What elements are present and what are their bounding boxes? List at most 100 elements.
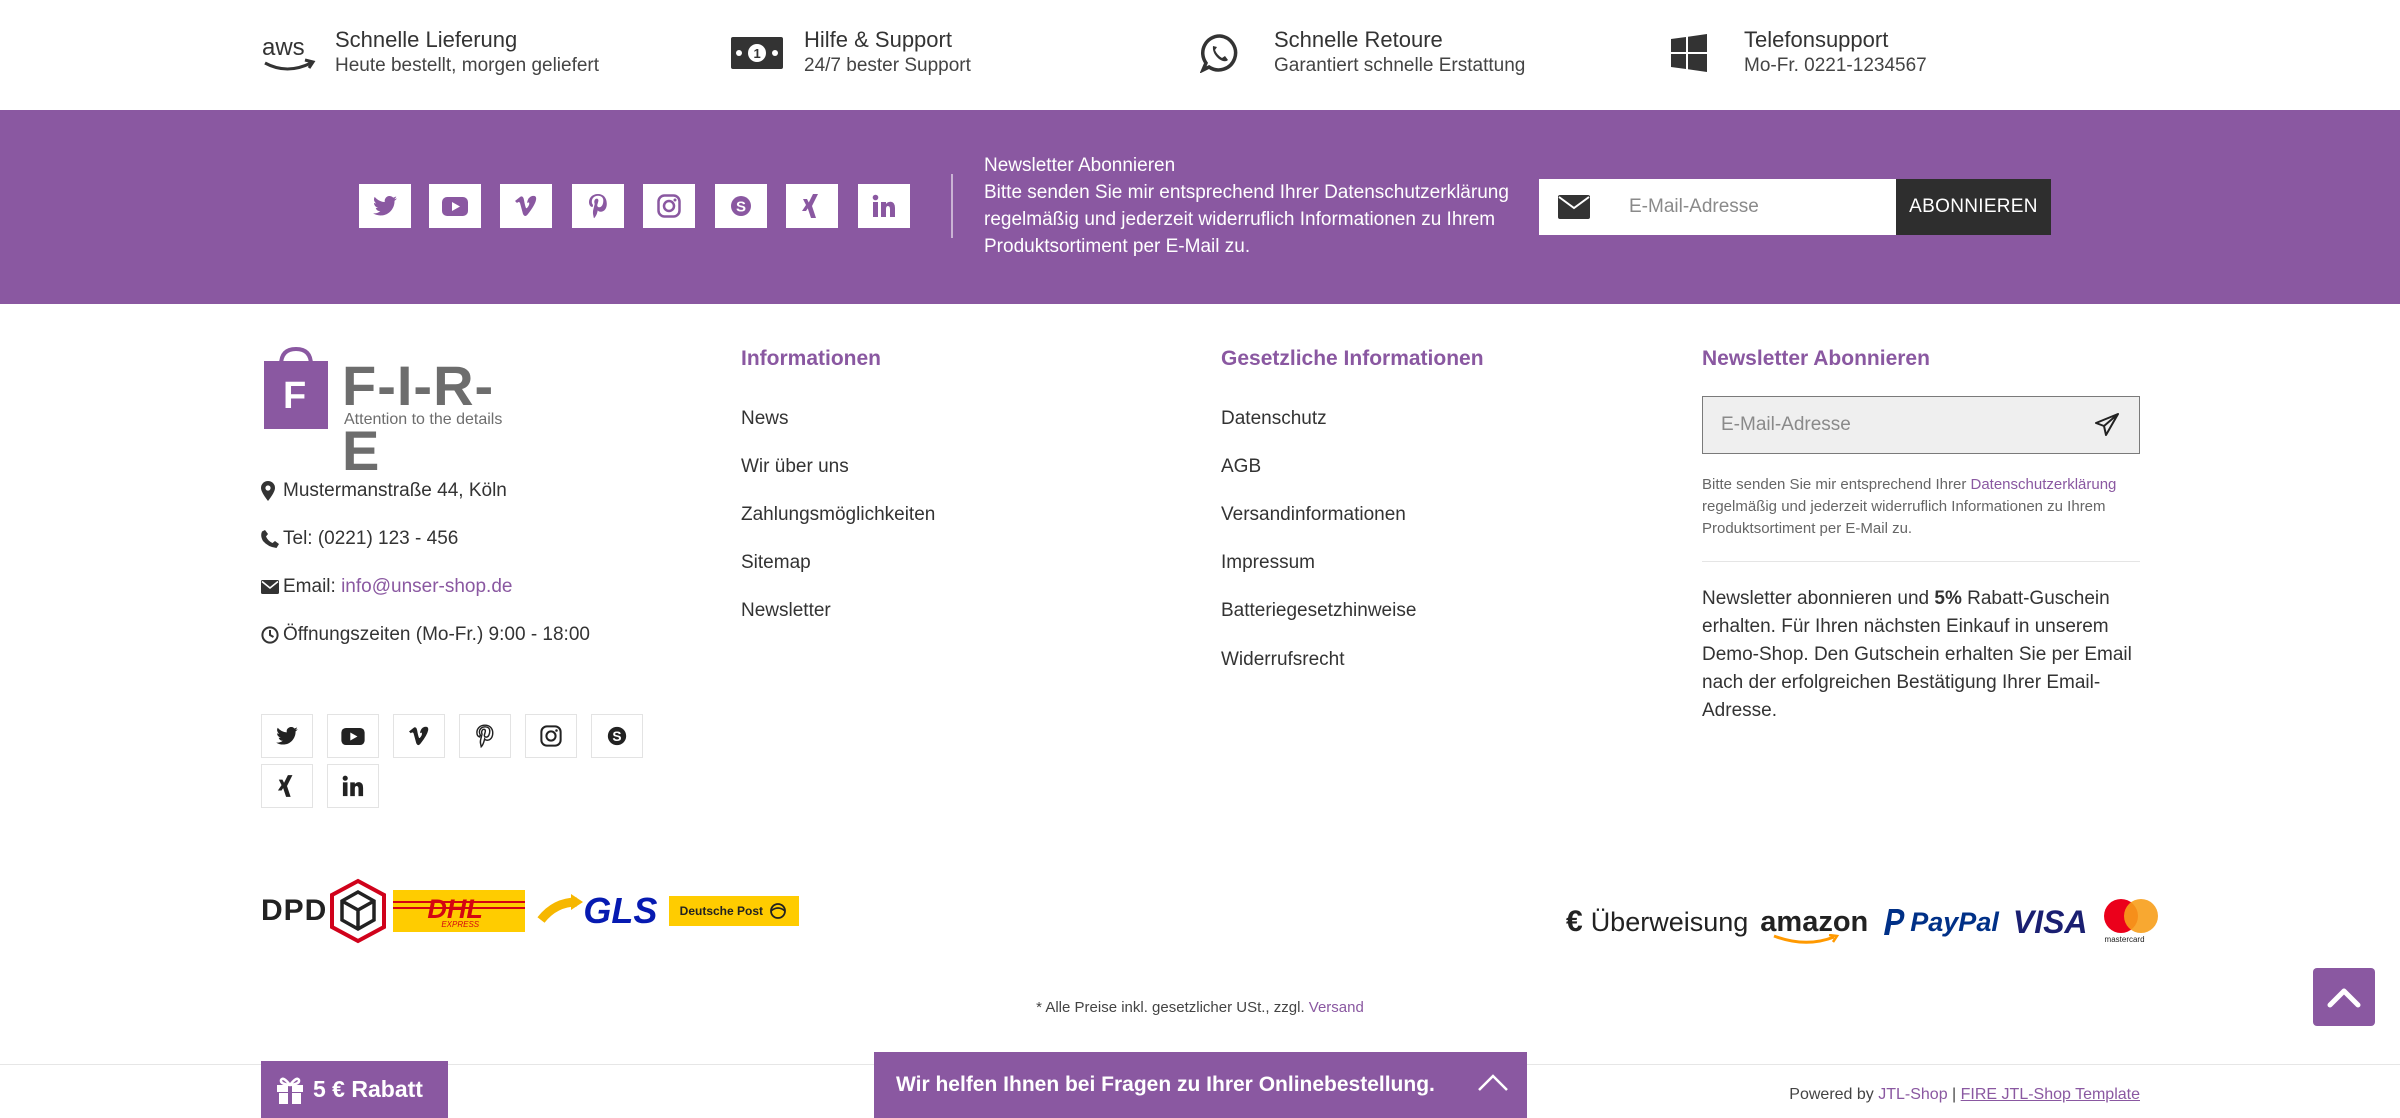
feature-subtitle: Garantiert schnelle Erstattung	[1274, 55, 1526, 76]
vimeo-icon[interactable]	[393, 714, 445, 758]
vimeo-icon[interactable]	[500, 184, 552, 228]
contact-tel: Tel: (0221) 123 - 456	[261, 528, 458, 550]
feature-bar: aws Schnelle Lieferung Heute bestellt, m…	[0, 0, 2400, 110]
gift-icon	[275, 1075, 305, 1105]
twitter-icon[interactable]	[261, 714, 313, 758]
whatsapp-icon	[1200, 26, 1260, 80]
contact-address: Mustermanstraße 44, Köln	[261, 480, 507, 502]
phone-icon	[261, 530, 283, 548]
amazon-logo: amazon	[1760, 906, 1868, 944]
jtl-shop-link[interactable]: JTL-Shop	[1878, 1086, 1947, 1103]
mastercard-logo: mastercard	[2102, 897, 2160, 947]
envelope-icon	[1539, 195, 1609, 219]
pinterest-icon[interactable]	[572, 184, 624, 228]
feature-subtitle: Mo-Fr. 0221-1234567	[1744, 55, 1927, 76]
link-newsletter[interactable]: Newsletter	[741, 600, 831, 622]
youtube-icon[interactable]	[429, 184, 481, 228]
skype-icon[interactable]: S	[715, 184, 767, 228]
xing-icon[interactable]	[786, 184, 838, 228]
email-label: Email:	[283, 576, 342, 597]
feature-retoure: Schnelle Retoure Garantiert schnelle Ers…	[1200, 26, 1525, 80]
subscribe-button[interactable]: ABONNIEREN	[1896, 179, 2051, 235]
feature-title: Hilfe & Support	[804, 27, 952, 52]
newsletter-email-placeholder: E-Mail-Adresse	[1721, 414, 1851, 435]
svg-text:1: 1	[754, 46, 761, 61]
link-wir-ueber-uns[interactable]: Wir über uns	[741, 456, 849, 478]
visa-logo: VISA	[2012, 903, 2088, 940]
money-icon: 1	[730, 26, 790, 80]
skype-icon[interactable]: S	[591, 714, 643, 758]
paper-plane-icon[interactable]	[2095, 413, 2119, 437]
dpd-logo: DPD	[261, 878, 389, 944]
powered-by: Powered by JTL-Shop | FIRE JTL-Shop Temp…	[1789, 1086, 2140, 1103]
feature-subtitle: 24/7 bester Support	[804, 55, 971, 76]
feature-telefon: Telefonsupport Mo-Fr. 0221-1234567	[1670, 26, 1927, 80]
newsletter-heading: Newsletter Abonnieren	[1702, 347, 1930, 370]
logo-tagline: Attention to the details	[344, 411, 503, 428]
newsletter-divider	[1702, 561, 2140, 562]
feature-subtitle: Heute bestellt, morgen geliefert	[335, 55, 600, 76]
windows-icon	[1670, 26, 1730, 80]
versand-link[interactable]: Versand	[1309, 999, 1364, 1016]
rabatt-label: 5 € Rabatt	[313, 1076, 423, 1102]
logo-letter: F	[283, 375, 307, 417]
email-link[interactable]: info@unser-shop.de	[341, 576, 512, 598]
svg-text:S: S	[736, 199, 746, 216]
pinterest-icon[interactable]	[459, 714, 511, 758]
link-impressum[interactable]: Impressum	[1221, 552, 1315, 574]
shipping-logos: DPD DHL EXPRESS GLS Deutsche Post	[261, 878, 800, 944]
scroll-to-top-button[interactable]	[2313, 968, 2375, 1026]
twitter-icon[interactable]	[359, 184, 411, 228]
xing-icon[interactable]	[261, 764, 313, 808]
newsletter-promo-text: Newsletter abonnieren und 5% Rabatt-Gusc…	[1702, 588, 2132, 721]
help-bar[interactable]: Wir helfen Ihnen bei Fragen zu Ihrer Onl…	[874, 1052, 1527, 1118]
map-marker-icon	[261, 481, 283, 501]
tel-text: Tel: (0221) 123 - 456	[283, 528, 459, 549]
linkedin-icon[interactable]	[327, 764, 379, 808]
clock-icon	[261, 626, 283, 644]
link-batteriegesetzhinweise[interactable]: Batteriegesetzhinweise	[1221, 600, 1416, 622]
link-agb[interactable]: AGB	[1221, 456, 1261, 478]
link-news[interactable]: News	[741, 408, 789, 430]
address-text: Mustermanstraße 44, Köln	[283, 480, 507, 501]
band-email-placeholder: E-Mail-Adresse	[1629, 196, 1759, 217]
band-newsletter-text: Newsletter Abonnieren Bitte senden Sie m…	[984, 155, 1509, 257]
linkedin-icon[interactable]	[858, 184, 910, 228]
datenschutz-link[interactable]: Datenschutzerklärung	[1970, 476, 2116, 493]
envelope-icon	[261, 580, 283, 594]
chevron-up-icon[interactable]	[1477, 1072, 1509, 1092]
dhl-logo: DHL EXPRESS	[393, 890, 526, 932]
newsletter-privacy-text: Bitte senden Sie mir entsprechend Ihrer …	[1702, 476, 2117, 537]
instagram-icon[interactable]	[643, 184, 695, 228]
band-email-input[interactable]: E-Mail-Adresse	[1539, 179, 1896, 235]
fire-logo[interactable]: F F-I-R-E Attention to the details	[261, 347, 521, 482]
gesetzlich-heading: Gesetzliche Informationen	[1221, 347, 1484, 370]
ueberweisung-label: Überweisung	[1590, 906, 1749, 937]
band-divider	[951, 174, 953, 238]
youtube-icon[interactable]	[327, 714, 379, 758]
prices-note: * Alle Preise inkl. gesetzlicher USt., z…	[1036, 999, 1364, 1016]
informationen-heading: Informationen	[741, 347, 881, 370]
contact-email: Email: info@unser-shop.de	[261, 576, 512, 598]
link-versandinformationen[interactable]: Versandinformationen	[1221, 504, 1406, 526]
feature-title: Telefonsupport	[1744, 27, 1889, 52]
deutsche-post-logo: Deutsche Post	[669, 896, 800, 926]
svg-text:S: S	[612, 729, 621, 744]
contact-hours: Öffnungszeiten (Mo-Fr.) 9:00 - 18:00	[261, 624, 590, 646]
euro-icon: €	[1566, 905, 1583, 938]
hours-text: Öffnungszeiten (Mo-Fr.) 9:00 - 18:00	[283, 624, 590, 645]
feature-lieferung: aws Schnelle Lieferung Heute bestellt, m…	[261, 26, 599, 80]
link-sitemap[interactable]: Sitemap	[741, 552, 811, 574]
link-datenschutz[interactable]: Datenschutz	[1221, 408, 1327, 430]
rabatt-button[interactable]: 5 € Rabatt	[261, 1061, 448, 1118]
link-zahlungsmoeglichkeiten[interactable]: Zahlungsmöglichkeiten	[741, 504, 935, 526]
help-label: Wir helfen Ihnen bei Fragen zu Ihrer Onl…	[896, 1073, 1435, 1096]
gls-logo: GLS	[537, 890, 657, 932]
instagram-icon[interactable]	[525, 714, 577, 758]
newsletter-email-input[interactable]: E-Mail-Adresse	[1702, 396, 2140, 454]
link-widerrufsrecht[interactable]: Widerrufsrecht	[1221, 649, 1345, 671]
feature-title: Schnelle Lieferung	[335, 27, 518, 52]
fire-template-link[interactable]: FIRE JTL-Shop Template	[1961, 1086, 2140, 1103]
chevron-up-icon	[2327, 986, 2361, 1008]
aws-icon: aws	[261, 26, 321, 80]
